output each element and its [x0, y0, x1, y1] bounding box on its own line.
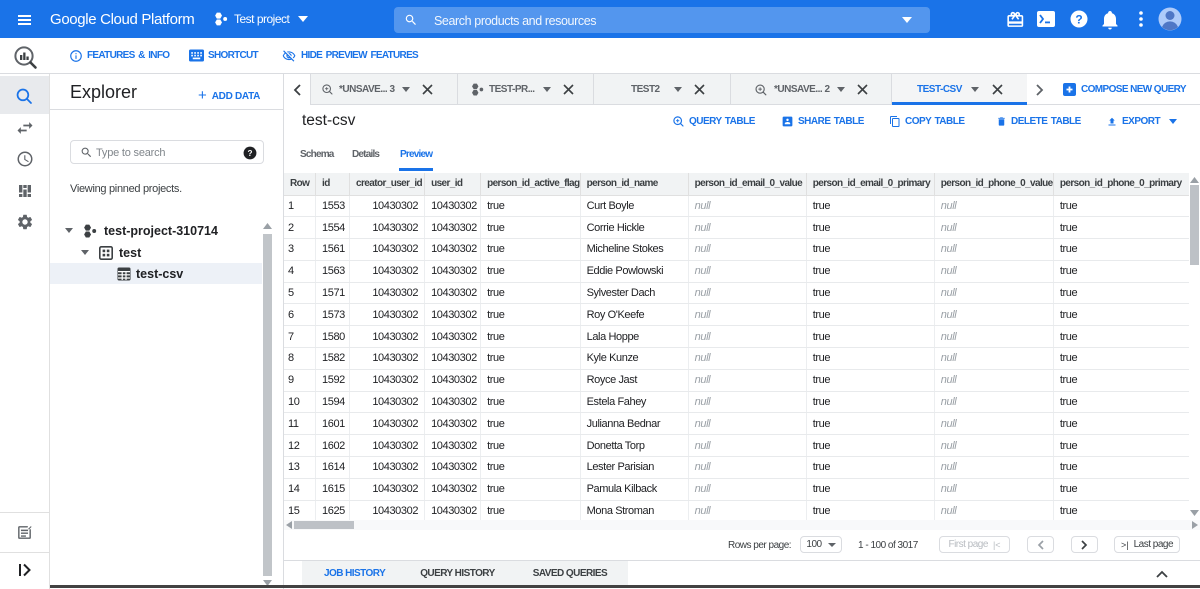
svg-text:?: ?	[1075, 13, 1082, 27]
svg-text:?: ?	[248, 148, 253, 157]
